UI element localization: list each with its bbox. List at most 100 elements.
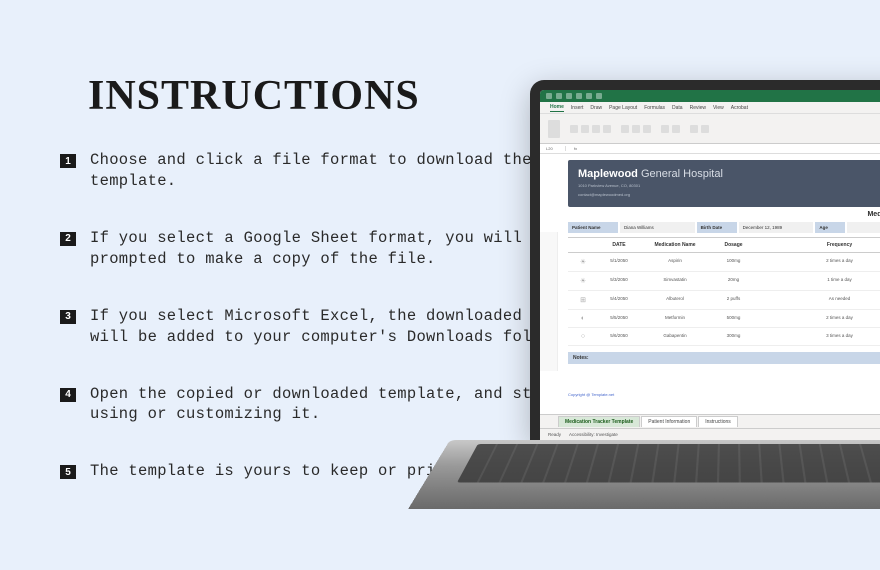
col-header: DATE bbox=[599, 238, 639, 252]
excel-window: Home Insert Draw Page Layout Formulas Da… bbox=[540, 90, 880, 440]
tracker-title: Medical Tracker bbox=[540, 211, 880, 218]
align-icon[interactable] bbox=[632, 125, 640, 133]
table-row[interactable]: ◐ 5/5/2050 Metformin 500mg 2 times a day bbox=[568, 310, 880, 328]
cell-dosage[interactable]: 300mg bbox=[711, 328, 756, 345]
cell-date[interactable]: 5/3/2050 bbox=[599, 272, 639, 290]
cell-date[interactable]: 5/5/2050 bbox=[599, 310, 639, 327]
sheet-tab[interactable]: Medication Tracker Template bbox=[558, 416, 640, 427]
row-headers bbox=[540, 232, 558, 371]
ribbon-tab[interactable]: Draw bbox=[590, 105, 602, 111]
step-text: Choose and click a file format to downlo… bbox=[90, 150, 600, 192]
sheet-tab-bar: Medication Tracker Template Patient Info… bbox=[540, 414, 880, 428]
ribbon-tab[interactable]: View bbox=[713, 105, 724, 111]
ribbon-toolbar bbox=[540, 114, 880, 144]
birth-date-value[interactable]: December 12, 1989 bbox=[739, 222, 814, 233]
step-text: If you select a Google Sheet format, you… bbox=[90, 228, 600, 270]
hospital-banner: Maplewood General Hospital 1010 Parkview… bbox=[568, 160, 880, 207]
ribbon-tab[interactable]: Formulas bbox=[644, 105, 665, 111]
hospital-email: contact@maplewoodmed.org bbox=[578, 192, 880, 198]
col-header: Medication Name bbox=[640, 238, 710, 252]
cell-medication[interactable]: Albuterol bbox=[640, 291, 710, 309]
cell-style-icon[interactable] bbox=[690, 125, 698, 133]
step-number-badge: 5 bbox=[60, 465, 76, 479]
patient-name-label: Patient Name bbox=[568, 222, 618, 233]
paste-icon[interactable] bbox=[548, 120, 560, 138]
step-item: 2 If you select a Google Sheet format, y… bbox=[60, 228, 600, 270]
status-ready: Ready bbox=[548, 432, 561, 437]
align-icon[interactable] bbox=[643, 125, 651, 133]
ribbon-tab[interactable]: Review bbox=[690, 105, 706, 111]
notes-label: Notes: bbox=[568, 352, 880, 364]
fx-label: fx bbox=[574, 146, 577, 151]
cell-style-icon[interactable] bbox=[701, 125, 709, 133]
table-row[interactable]: ○ 5/6/2050 Gabapentin 300mg 3 times a da… bbox=[568, 328, 880, 346]
col-header bbox=[568, 238, 598, 252]
cell-medication[interactable]: Metformin bbox=[640, 310, 710, 327]
table-row[interactable]: ☀ 5/1/2050 Aspirin 100mg 2 times a day bbox=[568, 253, 880, 272]
ribbon-tabs: Home Insert Draw Page Layout Formulas Da… bbox=[540, 102, 880, 114]
step-text: If you select Microsoft Excel, the downl… bbox=[90, 306, 600, 348]
laptop-mockup: Home Insert Draw Page Layout Formulas Da… bbox=[530, 80, 880, 560]
patient-name-value[interactable]: Diana Williams bbox=[620, 222, 695, 233]
step-number-badge: 4 bbox=[60, 388, 76, 402]
ribbon-tab-home[interactable]: Home bbox=[550, 104, 564, 112]
cell-frequency[interactable]: 2 times a day bbox=[757, 253, 880, 271]
cell-medication[interactable]: Aspirin bbox=[640, 253, 710, 271]
cell-frequency[interactable]: 2 times a day bbox=[757, 310, 880, 327]
worksheet[interactable]: Maplewood General Hospital 1010 Parkview… bbox=[540, 160, 880, 397]
step-item: 4 Open the copied or downloaded template… bbox=[60, 384, 600, 426]
underline-icon[interactable] bbox=[603, 125, 611, 133]
step-text: Open the copied or downloaded template, … bbox=[90, 384, 600, 426]
sheet-tab[interactable]: Instructions bbox=[698, 416, 738, 427]
copyright-text: Copyright @ Template.net bbox=[568, 392, 880, 397]
hospital-address: 1010 Parkview Avenue, CO, 80301 bbox=[578, 183, 880, 189]
cell-dosage[interactable]: 2 puffs bbox=[711, 291, 756, 309]
italic-icon[interactable] bbox=[592, 125, 600, 133]
time-icon: ☀ bbox=[568, 253, 598, 271]
excel-titlebar bbox=[540, 90, 880, 102]
keyboard-icon bbox=[457, 444, 880, 483]
time-icon: ◐ bbox=[568, 310, 598, 327]
cell-frequency[interactable]: 3 times a day bbox=[757, 328, 880, 345]
ribbon-tab[interactable]: Acrobat bbox=[731, 105, 748, 111]
percent-icon[interactable] bbox=[672, 125, 680, 133]
ribbon-tab[interactable]: Data bbox=[672, 105, 683, 111]
birth-date-label: Birth Date bbox=[697, 222, 737, 233]
align-icon[interactable] bbox=[621, 125, 629, 133]
patient-info-row: Patient Name Diana Williams Birth Date D… bbox=[568, 222, 880, 233]
col-header: Dosage bbox=[711, 238, 756, 252]
cell-dosage[interactable]: 20mg bbox=[711, 272, 756, 290]
status-accessibility: Accessibility: Investigate bbox=[569, 432, 618, 437]
ribbon-tab[interactable]: Insert bbox=[571, 105, 584, 111]
number-format-icon[interactable] bbox=[661, 125, 669, 133]
hospital-name: Maplewood General Hospital bbox=[578, 168, 880, 180]
laptop-keyboard-base bbox=[408, 440, 880, 509]
step-item: 3 If you select Microsoft Excel, the dow… bbox=[60, 306, 600, 348]
bold-icon[interactable] bbox=[581, 125, 589, 133]
table-row[interactable]: ☀ 5/3/2050 Simvastatin 20mg 1 time a day bbox=[568, 272, 880, 291]
cell-medication[interactable]: Simvastatin bbox=[640, 272, 710, 290]
age-value[interactable] bbox=[847, 222, 880, 233]
font-icon[interactable] bbox=[570, 125, 578, 133]
time-icon: ○ bbox=[568, 328, 598, 345]
time-icon: ☀ bbox=[568, 272, 598, 290]
col-header: Frequency bbox=[757, 238, 880, 252]
cell-date[interactable]: 5/4/2050 bbox=[599, 291, 639, 309]
name-box[interactable]: L20 bbox=[546, 146, 566, 151]
cell-frequency[interactable]: 1 time a day bbox=[757, 272, 880, 290]
cell-frequency[interactable]: As needed bbox=[757, 291, 880, 309]
step-number-badge: 1 bbox=[60, 154, 76, 168]
cell-dosage[interactable]: 500mg bbox=[711, 310, 756, 327]
table-row[interactable]: ⊞ 5/4/2050 Albuterol 2 puffs As needed bbox=[568, 291, 880, 310]
medication-table: DATE Medication Name Dosage Frequency ☀ … bbox=[568, 237, 880, 346]
formula-bar[interactable]: L20 fx bbox=[540, 144, 880, 154]
step-number-badge: 3 bbox=[60, 310, 76, 324]
cell-date[interactable]: 5/6/2050 bbox=[599, 328, 639, 345]
step-item: 1 Choose and click a file format to down… bbox=[60, 150, 600, 192]
cell-dosage[interactable]: 100mg bbox=[711, 253, 756, 271]
ribbon-tab[interactable]: Page Layout bbox=[609, 105, 637, 111]
cell-date[interactable]: 5/1/2050 bbox=[599, 253, 639, 271]
sheet-tab[interactable]: Patient Information bbox=[641, 416, 697, 427]
cell-medication[interactable]: Gabapentin bbox=[640, 328, 710, 345]
step-number-badge: 2 bbox=[60, 232, 76, 246]
